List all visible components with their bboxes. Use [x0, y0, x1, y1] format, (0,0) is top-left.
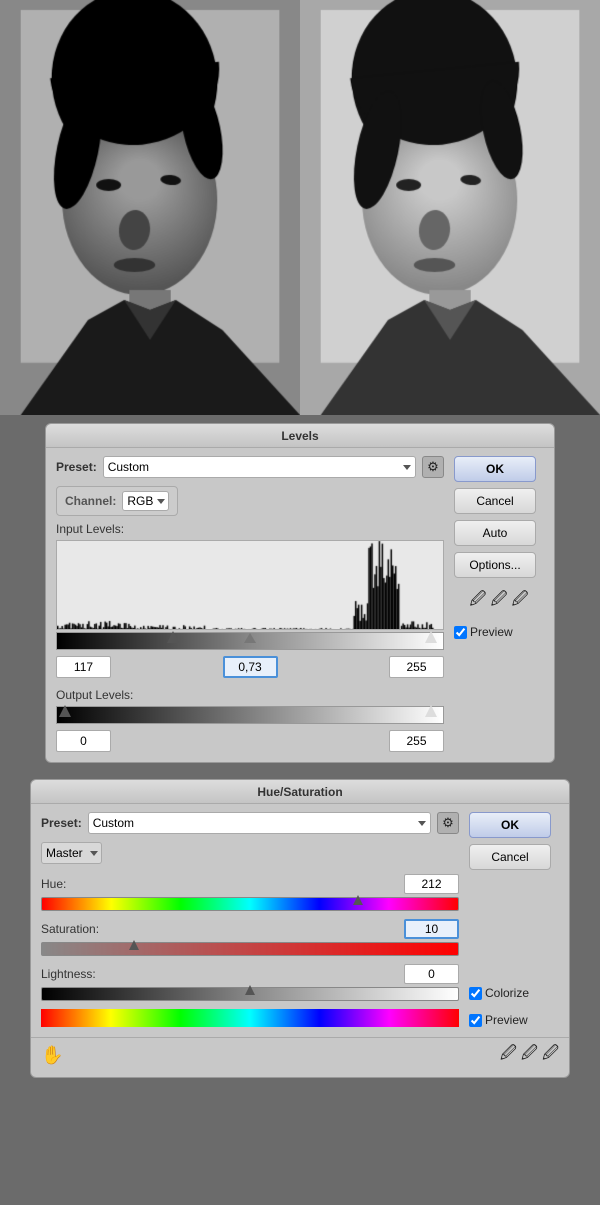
huesat-left-panel: Preset: Custom ⚙ Master Hue: 212 — [41, 812, 459, 1027]
lightness-header: Lightness: 0 — [41, 964, 459, 984]
color-bar — [41, 1009, 459, 1027]
levels-dialog: Levels Preset: Custom ⚙ Channel: RGB Inp… — [45, 423, 555, 763]
huesat-eyedroppers: 🖉 🖉 🖉 — [500, 1042, 559, 1069]
eyedropper-tools: 🖉 🖉 🖉 — [454, 588, 544, 615]
output-white-value[interactable]: 255 — [389, 730, 444, 752]
hue-label: Hue: — [41, 877, 66, 891]
output-white-thumb[interactable] — [425, 705, 437, 717]
huesat-white-eyedropper-icon[interactable]: 🖉 — [542, 1042, 559, 1069]
input-slider-track[interactable] — [56, 632, 444, 650]
preset-row: Preset: Custom ⚙ — [56, 456, 444, 478]
huesat-gear-button[interactable]: ⚙ — [437, 812, 459, 834]
black-eyedropper-icon[interactable]: 🖉 — [469, 588, 486, 615]
levels-auto-button[interactable]: Auto — [454, 520, 536, 546]
output-slider-track[interactable] — [56, 706, 444, 724]
huesat-bottom-toolbar: ✋ 🖉 🖉 🖉 — [31, 1037, 569, 1077]
output-black-value[interactable]: 0 — [56, 730, 111, 752]
levels-options-button[interactable]: Options... — [454, 552, 536, 578]
saturation-header: Saturation: 10 — [41, 919, 459, 939]
master-row: Master — [41, 842, 459, 864]
levels-right-panel: OK Cancel Auto Options... 🖉 🖉 🖉 Preview — [454, 456, 544, 752]
hue-slider-track[interactable] — [41, 897, 459, 911]
histogram — [56, 540, 444, 630]
levels-preview-label[interactable]: Preview — [454, 625, 544, 639]
saturation-label: Saturation: — [41, 922, 99, 936]
colorize-checkbox[interactable] — [469, 987, 482, 1000]
lightness-label: Lightness: — [41, 967, 96, 981]
huesat-preset-select[interactable]: Custom — [88, 812, 431, 834]
levels-dialog-title: Levels — [46, 424, 554, 448]
saturation-slider-track[interactable] — [41, 942, 459, 956]
hue-thumb[interactable] — [353, 895, 363, 905]
lightness-row: Lightness: 0 — [41, 964, 459, 1001]
white-point-thumb[interactable] — [425, 631, 437, 643]
huesat-gray-eyedropper-icon[interactable]: 🖉 — [521, 1042, 538, 1069]
saturation-input[interactable]: 10 — [404, 919, 459, 939]
channel-select[interactable]: RGB — [122, 491, 169, 511]
input-levels-label: Input Levels: — [56, 522, 444, 536]
channel-label: Channel: — [65, 494, 116, 508]
levels-preview-checkbox[interactable] — [454, 626, 467, 639]
lightness-input[interactable]: 0 — [404, 964, 459, 984]
output-levels-label: Output Levels: — [56, 688, 444, 702]
colorize-label[interactable]: Colorize — [469, 986, 559, 1000]
input-mid-value[interactable]: 0,73 — [223, 656, 278, 678]
huesat-preview-checkbox[interactable] — [469, 1014, 482, 1027]
white-eyedropper-icon[interactable]: 🖉 — [512, 588, 529, 615]
black-point-thumb[interactable] — [167, 631, 179, 643]
master-select[interactable]: Master — [41, 842, 102, 864]
lightness-slider-track[interactable] — [41, 987, 459, 1001]
lightness-thumb[interactable] — [245, 985, 255, 995]
levels-left-panel: Preset: Custom ⚙ Channel: RGB Input Leve… — [56, 456, 444, 752]
huesat-black-eyedropper-icon[interactable]: 🖉 — [500, 1042, 517, 1069]
hue-input[interactable]: 212 — [404, 874, 459, 894]
image-area — [0, 0, 600, 415]
input-levels-values: 117 0,73 255 — [56, 656, 444, 678]
levels-preset-select[interactable]: Custom — [103, 456, 416, 478]
huesat-cancel-button[interactable]: Cancel — [469, 844, 551, 870]
huesat-ok-button[interactable]: OK — [469, 812, 551, 838]
image-panel-after — [300, 0, 600, 415]
saturation-thumb[interactable] — [129, 940, 139, 950]
hand-tool-icon[interactable]: ✋ — [41, 1045, 63, 1066]
mid-point-thumb[interactable] — [244, 633, 256, 643]
image-panel-before — [0, 0, 300, 415]
huesat-preset-label: Preset: — [41, 816, 82, 830]
gray-eyedropper-icon[interactable]: 🖉 — [490, 588, 507, 615]
output-black-thumb[interactable] — [59, 705, 71, 717]
input-white-value[interactable]: 255 — [389, 656, 444, 678]
huesat-dialog-title: Hue/Saturation — [31, 780, 569, 804]
huesat-dialog: Hue/Saturation Preset: Custom ⚙ Master H… — [30, 779, 570, 1078]
channel-row: Channel: RGB — [56, 486, 178, 516]
huesat-preset-row: Preset: Custom ⚙ — [41, 812, 459, 834]
preset-label: Preset: — [56, 460, 97, 474]
levels-cancel-button[interactable]: Cancel — [454, 488, 536, 514]
huesat-right-panel: OK Cancel Colorize Preview — [469, 812, 559, 1027]
levels-gear-button[interactable]: ⚙ — [422, 456, 444, 478]
output-levels-values: 0 255 — [56, 730, 444, 752]
hue-header: Hue: 212 — [41, 874, 459, 894]
hue-row: Hue: 212 — [41, 874, 459, 911]
input-black-value[interactable]: 117 — [56, 656, 111, 678]
huesat-preview-label[interactable]: Preview — [469, 1013, 559, 1027]
saturation-row: Saturation: 10 — [41, 919, 459, 956]
levels-ok-button[interactable]: OK — [454, 456, 536, 482]
